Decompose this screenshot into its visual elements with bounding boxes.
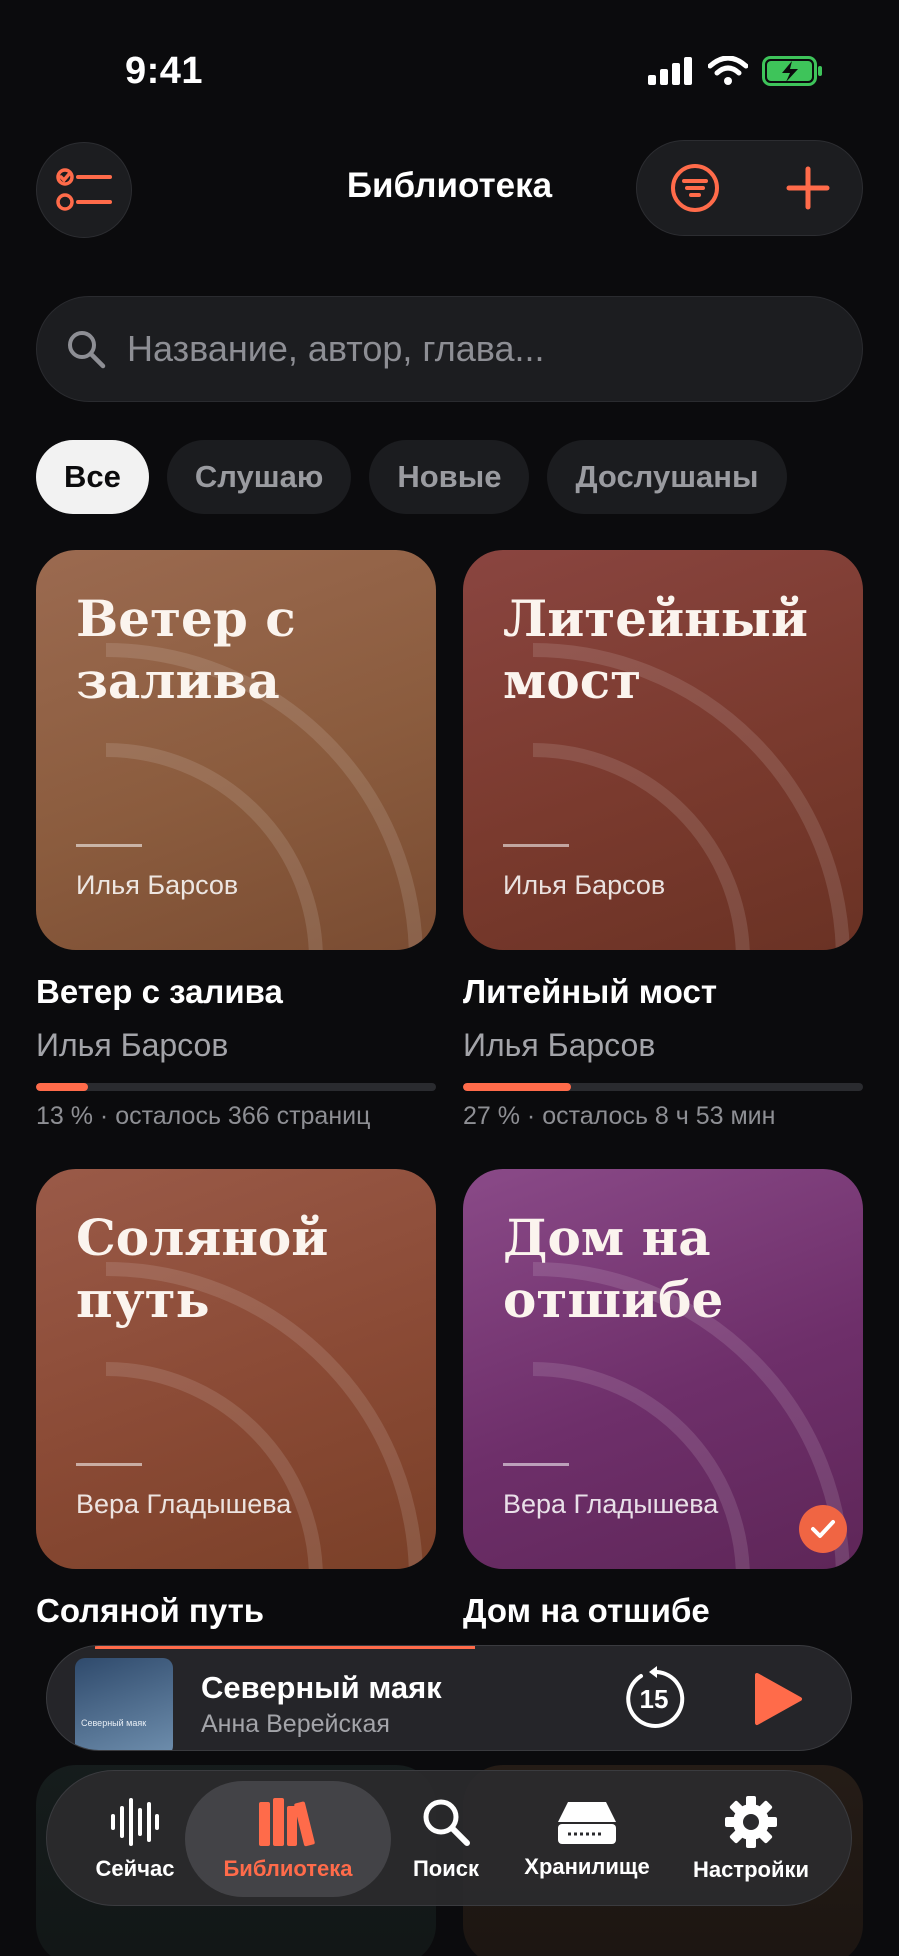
filter-chip-finished[interactable]: Дослушаны — [547, 440, 787, 514]
cover-divider — [76, 844, 142, 847]
tab-bar: Сейчас Библиотека Поиск Хранилище Настро… — [46, 1770, 852, 1906]
cover-title: Литейный мост — [503, 589, 808, 710]
cover-author: Вера Гладышева — [503, 1489, 719, 1519]
mini-player-title: Северный маяк — [201, 1670, 442, 1705]
book-author: Илья Барсов — [36, 1027, 229, 1063]
filter-chips: Все Слушаю Новые Дослушаны — [36, 440, 787, 514]
books-icon — [259, 1798, 315, 1847]
cover-title: Дом на отшибе — [503, 1208, 724, 1329]
tab-label: Настройки — [692, 1857, 810, 1882]
cover-author: Вера Гладышева — [76, 1489, 292, 1519]
progress-text: 13 % · осталось 366 страниц — [36, 1102, 371, 1130]
search-icon — [68, 331, 106, 369]
status-time: 9:41 — [125, 50, 204, 92]
tab-label: Сейчас — [95, 1856, 175, 1881]
gear-icon — [725, 1796, 777, 1848]
book-cover[interactable]: Литейный мост Илья Барсов — [463, 550, 863, 950]
cover-author: Илья Барсов — [76, 870, 239, 900]
tab-search[interactable]: Поиск — [391, 1771, 501, 1907]
progress-bar — [463, 1083, 863, 1091]
play-button[interactable] — [753, 1672, 803, 1731]
filter-icon — [671, 164, 720, 212]
book-cover[interactable]: Ветер с залива Илья Барсов — [36, 550, 436, 950]
battery-charging-icon — [762, 56, 822, 86]
tab-label: Библиотека — [223, 1856, 353, 1881]
tab-library[interactable]: Библиотека — [185, 1771, 391, 1907]
progress-bar — [36, 1083, 436, 1091]
tab-label: Поиск — [412, 1856, 480, 1881]
progress-fill — [463, 1083, 571, 1091]
book-title[interactable]: Ветер с залива — [36, 973, 283, 1011]
checkmark-icon — [811, 1520, 835, 1538]
header-actions — [636, 140, 863, 236]
filter-chip-all[interactable]: Все — [36, 440, 149, 514]
tab-settings[interactable]: Настройки — [677, 1771, 825, 1907]
skip-seconds: 15 — [639, 1684, 669, 1714]
mini-player-artwork: Северный маяк — [75, 1658, 173, 1750]
search-input[interactable] — [127, 328, 827, 370]
progress-fill — [36, 1083, 88, 1091]
play-icon — [755, 1673, 802, 1725]
progress-text: 27 % · осталось 8 ч 53 мин — [463, 1102, 776, 1130]
filter-chip-listening[interactable]: Слушаю — [166, 440, 352, 514]
cover-divider — [503, 1463, 569, 1466]
tab-storage[interactable]: Хранилище — [507, 1771, 667, 1907]
filter-button[interactable] — [669, 162, 721, 214]
book-title[interactable]: Литейный мост — [463, 973, 717, 1011]
filter-chip-new[interactable]: Новые — [369, 440, 530, 514]
cover-title: Ветер с залива — [76, 589, 296, 710]
plus-icon — [786, 166, 830, 210]
cover-title: Соляной путь — [76, 1208, 329, 1329]
cellular-signal-icon — [648, 57, 692, 85]
skip-back-button[interactable]: 15 — [621, 1666, 687, 1732]
mini-player[interactable]: Северный маяк Северный маяк Анна Верейск… — [46, 1645, 852, 1751]
search-bar — [36, 296, 863, 402]
cover-divider — [76, 1463, 142, 1466]
book-cover[interactable]: Дом на отшибе Вера Гладышева — [463, 1169, 863, 1569]
waveform-icon — [111, 1798, 159, 1846]
storage-icon — [558, 1802, 616, 1844]
finished-badge — [799, 1505, 847, 1553]
wifi-icon — [708, 56, 748, 85]
mini-player-progress — [95, 1646, 475, 1649]
book-title[interactable]: Дом на отшибе — [463, 1592, 710, 1630]
book-author: Илья Барсов — [463, 1027, 656, 1063]
artwork-title: Северный маяк — [81, 1718, 147, 1728]
mini-player-author: Анна Верейская — [201, 1710, 390, 1738]
tab-now[interactable]: Сейчас — [75, 1771, 195, 1907]
book-cover[interactable]: Соляной путь Вера Гладышева — [36, 1169, 436, 1569]
status-bar: 9:41 — [0, 0, 899, 140]
cover-divider — [503, 844, 569, 847]
search-icon — [423, 1799, 470, 1846]
cover-author: Илья Барсов — [503, 870, 666, 900]
tab-label: Хранилище — [524, 1854, 650, 1879]
book-title[interactable]: Соляной путь — [36, 1592, 264, 1630]
add-button[interactable] — [786, 166, 830, 210]
